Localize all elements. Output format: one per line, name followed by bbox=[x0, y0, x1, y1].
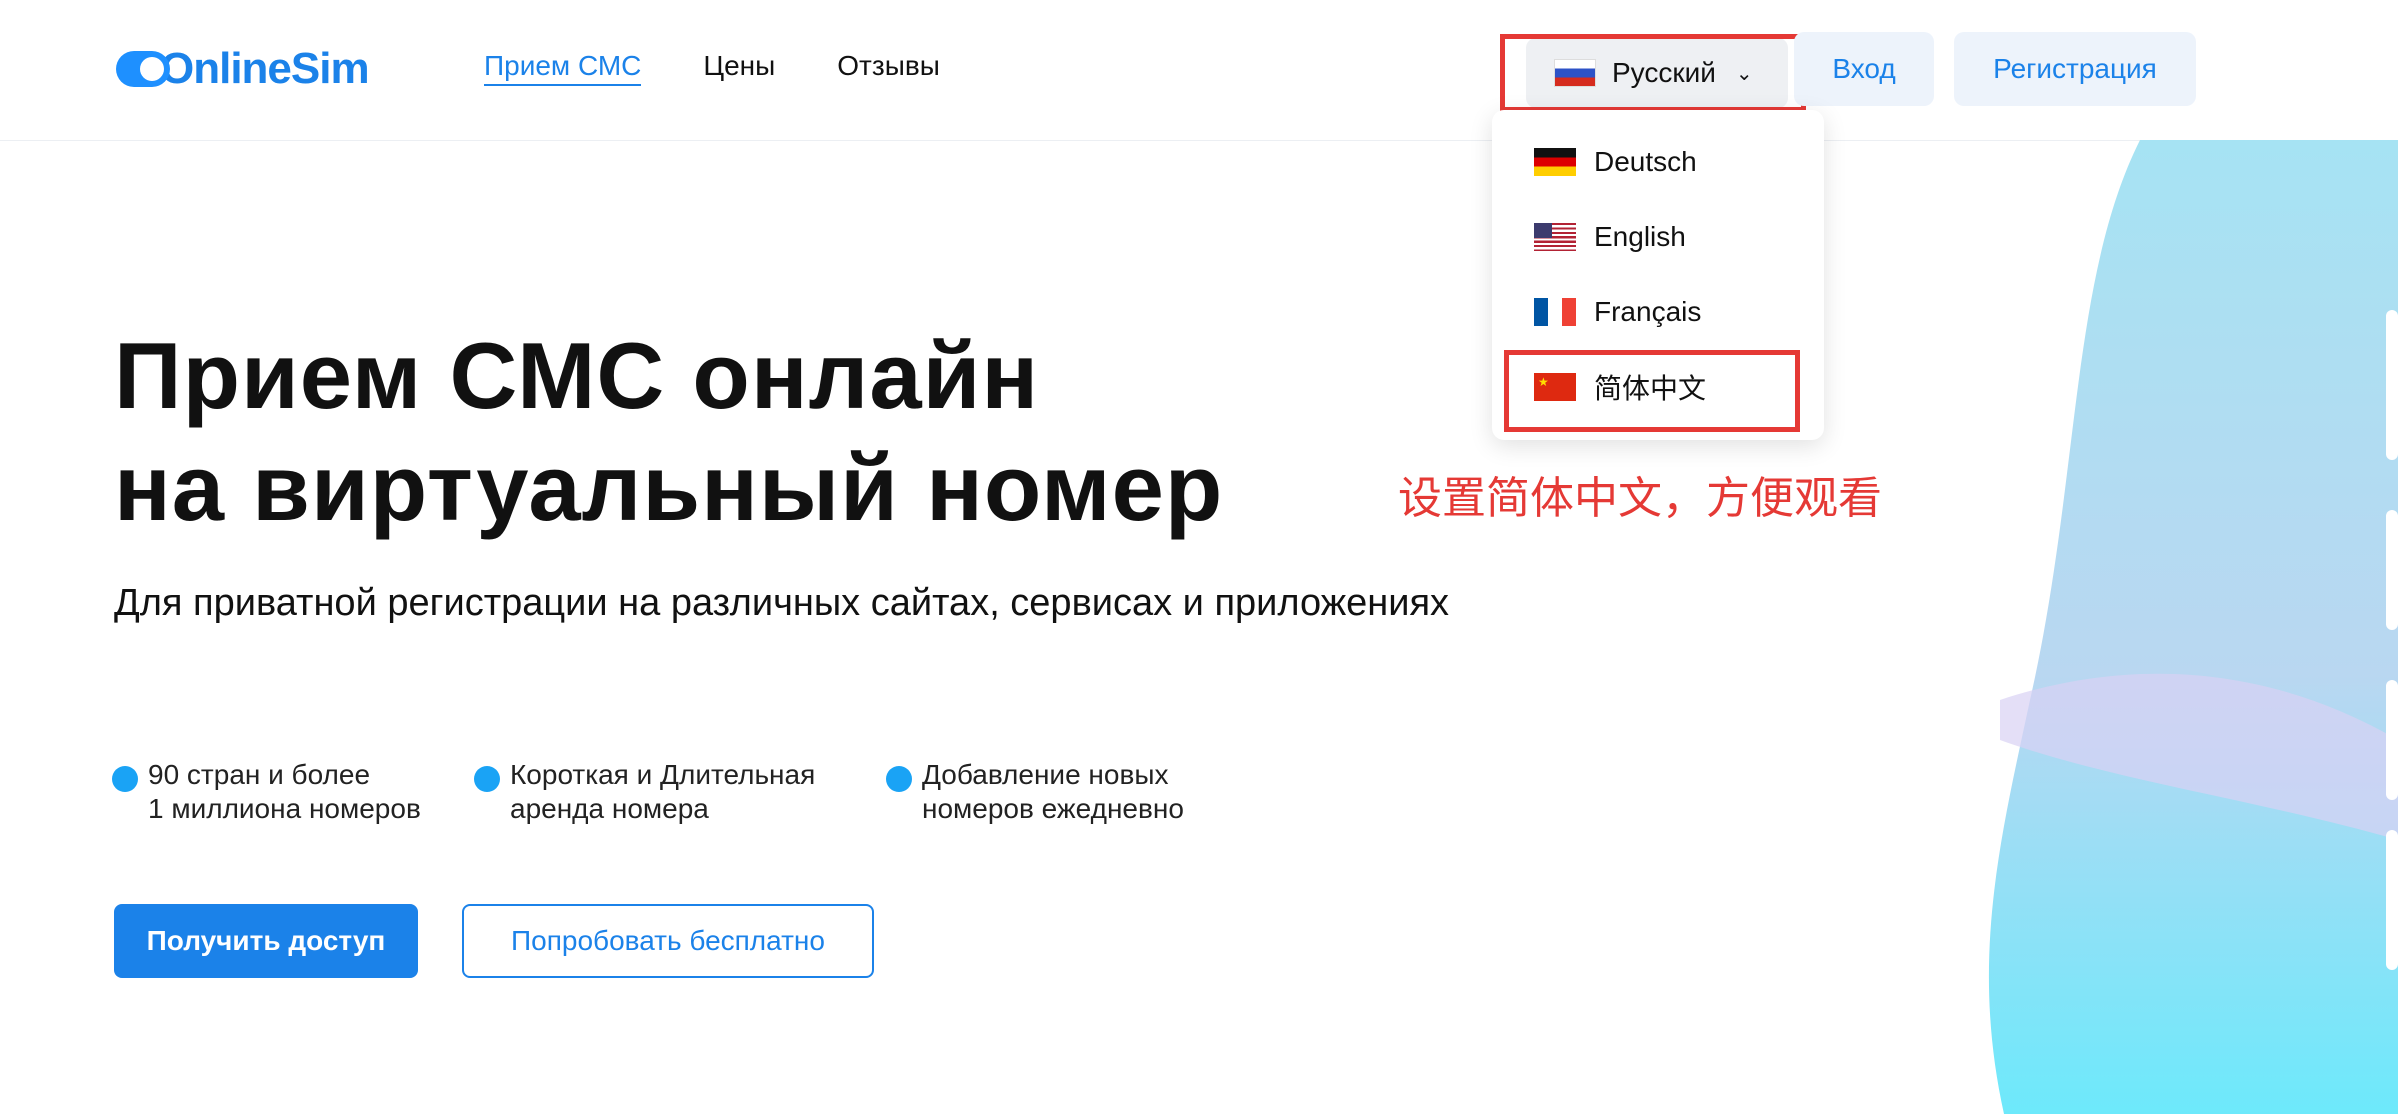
usa-flag-icon bbox=[1534, 223, 1576, 251]
feature-line2: 1 миллиона номеров bbox=[148, 793, 421, 824]
hero-subtitle: Для приватной регистрации на различных с… bbox=[114, 582, 1450, 624]
language-option-deutsch[interactable]: Deutsch bbox=[1534, 142, 1697, 182]
language-option-french[interactable]: Français bbox=[1534, 292, 1701, 332]
site-header: OnlineSim Прием СМС Цены Отзывы Русский … bbox=[0, 0, 2398, 141]
feature-line2: номеров ежедневно bbox=[922, 793, 1184, 824]
try-free-button[interactable]: Попробовать бесплатно bbox=[462, 904, 874, 978]
logo-text: OnlineSim bbox=[160, 44, 370, 93]
bullet-dot-icon bbox=[474, 766, 500, 792]
feature-line1: Добавление новых bbox=[922, 759, 1169, 790]
feature-line2: аренда номера bbox=[510, 793, 709, 824]
login-button[interactable]: Вход bbox=[1794, 32, 1934, 106]
toggle-logo-icon bbox=[116, 51, 170, 87]
feature-line1: 90 стран и более bbox=[148, 759, 371, 790]
nav-item-sms[interactable]: Прием СМС bbox=[484, 50, 642, 86]
feature-item: Добавление новых номеров ежедневно bbox=[886, 758, 1184, 826]
hero-title-line1: Прием СМС онлайн bbox=[114, 323, 1040, 428]
register-button[interactable]: Регистрация bbox=[1954, 32, 2196, 106]
onlinesim-logo[interactable]: OnlineSim bbox=[116, 44, 370, 94]
language-option-label: Français bbox=[1594, 296, 1702, 327]
feature-item: 90 стран и более 1 миллиона номеров bbox=[112, 758, 474, 826]
main-nav: Прием СМС Цены Отзывы bbox=[484, 50, 940, 86]
language-option-label: Deutsch bbox=[1594, 146, 1697, 177]
hero-title: Прием СМС онлайн на виртуальный номер bbox=[114, 320, 1223, 544]
bullet-dot-icon bbox=[886, 766, 912, 792]
get-access-button[interactable]: Получить доступ bbox=[114, 904, 418, 978]
annotation-text: 设置简体中文，方便观看 bbox=[1398, 473, 1882, 524]
feature-list: 90 стран и более 1 миллиона номеров Коро… bbox=[112, 758, 1184, 826]
feature-item: Короткая и Длительная аренда номера bbox=[474, 758, 886, 826]
language-selector-highlight bbox=[1500, 34, 1806, 112]
decorative-gradient-shape bbox=[1988, 140, 2398, 1114]
language-option-label: English bbox=[1594, 221, 1686, 252]
nav-item-prices[interactable]: Цены bbox=[703, 50, 775, 86]
germany-flag-icon bbox=[1534, 148, 1576, 176]
nav-item-reviews[interactable]: Отзывы bbox=[837, 50, 940, 86]
language-option-english[interactable]: English bbox=[1534, 217, 1686, 257]
feature-line1: Короткая и Длительная bbox=[510, 759, 816, 790]
bullet-dot-icon bbox=[112, 766, 138, 792]
france-flag-icon bbox=[1534, 298, 1576, 326]
hero-title-line2: на виртуальный номер bbox=[114, 435, 1224, 540]
chinese-option-highlight bbox=[1504, 350, 1800, 432]
